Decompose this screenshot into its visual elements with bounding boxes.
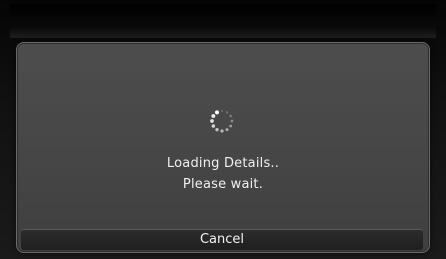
screen-background: Loading Details.. Please wait. Cancel — [0, 0, 446, 259]
cancel-button[interactable]: Cancel — [21, 229, 423, 250]
loading-message-line1: Loading Details.. — [166, 156, 280, 171]
spinner-dot — [210, 119, 214, 123]
spinner-dot — [225, 128, 229, 132]
spinner-dot — [215, 127, 219, 132]
spinner-dot — [230, 119, 234, 123]
loading-message-line2: Please wait. — [182, 177, 264, 192]
loading-spinner-icon — [210, 109, 234, 133]
spinner-dot — [229, 124, 233, 128]
loading-message: Loading Details.. Please wait. — [17, 153, 429, 195]
spinner-dot — [220, 129, 224, 133]
spinner-dot — [220, 109, 224, 113]
spinner-dot — [225, 111, 229, 114]
spinner-dot — [215, 110, 219, 115]
spinner-dot — [211, 114, 216, 118]
top-bar — [10, 4, 436, 38]
loading-dialog: Loading Details.. Please wait. Cancel — [16, 42, 430, 253]
spinner-dot — [211, 124, 216, 128]
spinner-dot — [229, 114, 232, 118]
